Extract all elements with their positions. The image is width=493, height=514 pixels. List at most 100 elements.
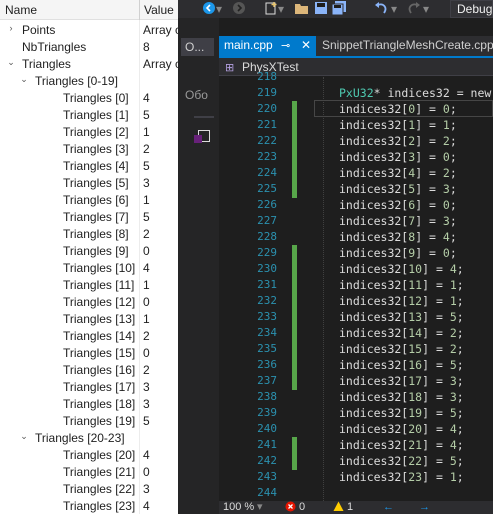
expand-icon[interactable]: ›: [6, 23, 16, 33]
tab-snippet-cpp[interactable]: SnippetTriangleMeshCreate.cpp: [322, 38, 493, 52]
watch-row[interactable]: Triangles [8] 2: [0, 226, 178, 243]
code-line[interactable]: 237 indices32[17] = 3;: [219, 373, 493, 390]
column-header-name[interactable]: Name: [5, 3, 37, 17]
previous-issue-icon[interactable]: ←: [383, 501, 394, 514]
watch-row-value[interactable]: 5: [143, 159, 150, 173]
watch-row-value[interactable]: 4: [143, 448, 150, 462]
watch-row-value[interactable]: Array c: [143, 57, 178, 71]
watch-row[interactable]: Triangles [20] 4: [0, 447, 178, 464]
watch-row-value[interactable]: 8: [143, 40, 150, 54]
open-folder-icon[interactable]: [294, 1, 309, 17]
watch-row[interactable]: Triangles [21] 0: [0, 464, 178, 481]
watch-row[interactable]: Triangles [12] 0: [0, 294, 178, 311]
code-line[interactable]: 230 indices32[10] = 4;: [219, 261, 493, 278]
code-line[interactable]: 225 indices32[5] = 3;: [219, 181, 493, 198]
dropdown-icon[interactable]: ▾: [278, 1, 284, 17]
watch-row-value[interactable]: 3: [143, 380, 150, 394]
dropdown-icon[interactable]: ▾: [391, 1, 397, 17]
watch-row[interactable]: Triangles [2] 1: [0, 124, 178, 141]
code-line[interactable]: 240 indices32[20] = 4;: [219, 421, 493, 437]
code-line[interactable]: 232 indices32[12] = 1;: [219, 293, 493, 310]
new-item-icon[interactable]: [264, 1, 278, 17]
watch-row-value[interactable]: 1: [143, 278, 150, 292]
save-all-icon[interactable]: [331, 1, 347, 17]
watch-row[interactable]: Triangles [15] 0: [0, 345, 178, 362]
watch-row-value[interactable]: 2: [143, 227, 150, 241]
warning-icon[interactable]: [333, 501, 344, 514]
pin-icon[interactable]: ⊸: [281, 39, 290, 52]
collapse-icon[interactable]: ⌄: [19, 431, 29, 442]
code-line[interactable]: 220 indices32[0] = 0;: [219, 101, 493, 118]
code-line[interactable]: 242 indices32[22] = 5;: [219, 453, 493, 470]
forward-arrow-icon[interactable]: [232, 1, 246, 17]
code-line[interactable]: 226 indices32[6] = 0;: [219, 197, 493, 213]
watch-row-value[interactable]: 0: [143, 295, 150, 309]
collapse-icon[interactable]: ⌄: [19, 74, 29, 85]
code-line[interactable]: 235 indices32[15] = 2;: [219, 341, 493, 358]
code-line[interactable]: 238 indices32[18] = 3;: [219, 389, 493, 405]
code-line[interactable]: 236 indices32[16] = 5;: [219, 357, 493, 374]
watch-row[interactable]: Triangles [19] 5: [0, 413, 178, 430]
code-line[interactable]: 228 indices32[8] = 4;: [219, 229, 493, 245]
watch-row[interactable]: Triangles [7] 5: [0, 209, 178, 226]
code-editor[interactable]: 218 219 PxU32* indices32 = new 220 indices32…: [219, 70, 493, 501]
watch-row-value[interactable]: 3: [143, 397, 150, 411]
warning-count[interactable]: 1: [347, 501, 353, 514]
side-panel-tab[interactable]: O...: [181, 38, 214, 56]
watch-row-value[interactable]: 1: [143, 193, 150, 207]
watch-row[interactable]: Triangles [11] 1: [0, 277, 178, 294]
code-line[interactable]: 231 indices32[11] = 1;: [219, 277, 493, 294]
code-line[interactable]: 234 indices32[14] = 2;: [219, 325, 493, 342]
watch-row-value[interactable]: 0: [143, 346, 150, 360]
watch-row-value[interactable]: 4: [143, 261, 150, 275]
watch-row[interactable]: Triangles [0] 4: [0, 90, 178, 107]
watch-row-value[interactable]: 2: [143, 363, 150, 377]
watch-row[interactable]: Triangles [14] 2: [0, 328, 178, 345]
save-icon[interactable]: [314, 1, 328, 17]
redo-icon[interactable]: [406, 1, 421, 17]
watch-row[interactable]: Triangles [3] 2: [0, 141, 178, 158]
error-icon[interactable]: [285, 501, 296, 514]
watch-row[interactable]: Triangles [10] 4: [0, 260, 178, 277]
watch-row[interactable]: Triangles [1] 5: [0, 107, 178, 124]
column-header-value[interactable]: Value: [144, 3, 174, 17]
watch-row[interactable]: ⌄ Triangles [0-19]: [0, 73, 178, 90]
watch-row-value[interactable]: 3: [143, 482, 150, 496]
code-line[interactable]: 227 indices32[7] = 3;: [219, 213, 493, 229]
code-line[interactable]: 223 indices32[3] = 0;: [219, 149, 493, 166]
error-count[interactable]: 0: [299, 501, 305, 514]
watch-row[interactable]: Triangles [18] 3: [0, 396, 178, 413]
watch-row[interactable]: NbTriangles 8: [0, 39, 178, 56]
watch-row-value[interactable]: 5: [143, 414, 150, 428]
back-arrow-icon[interactable]: [202, 1, 216, 17]
dropdown-icon[interactable]: ▾: [257, 501, 263, 514]
code-line[interactable]: 244: [219, 485, 493, 501]
watch-row[interactable]: Triangles [13] 1: [0, 311, 178, 328]
solution-configuration-select[interactable]: Debug: [450, 0, 493, 18]
watch-row[interactable]: Triangles [5] 3: [0, 175, 178, 192]
watch-row-value[interactable]: 1: [143, 125, 150, 139]
code-line[interactable]: 241 indices32[21] = 4;: [219, 437, 493, 454]
watch-row[interactable]: ⌄ Triangles [20-23]: [0, 430, 178, 447]
watch-row-value[interactable]: 5: [143, 108, 150, 122]
watch-row[interactable]: Triangles [4] 5: [0, 158, 178, 175]
code-line[interactable]: 239 indices32[19] = 5;: [219, 405, 493, 421]
close-icon[interactable]: ✕: [301, 38, 311, 52]
watch-row[interactable]: ⌄ Triangles Array c: [0, 56, 178, 73]
zoom-level[interactable]: 100 %: [223, 501, 254, 514]
code-line[interactable]: 229 indices32[9] = 0;: [219, 245, 493, 262]
watch-row[interactable]: Triangles [17] 3: [0, 379, 178, 396]
undo-icon[interactable]: [374, 1, 389, 17]
code-line[interactable]: 219 PxU32* indices32 = new: [219, 85, 493, 101]
code-line[interactable]: 218: [219, 69, 493, 85]
watch-row[interactable]: Triangles [16] 2: [0, 362, 178, 379]
code-line[interactable]: 224 indices32[4] = 2;: [219, 165, 493, 182]
collapse-icon[interactable]: ⌄: [6, 57, 16, 68]
next-issue-icon[interactable]: →: [419, 501, 430, 514]
watch-row[interactable]: › Points Array c: [0, 22, 179, 39]
watch-row-value[interactable]: 1: [143, 312, 150, 326]
code-line[interactable]: 222 indices32[2] = 2;: [219, 133, 493, 150]
watch-row-value[interactable]: 2: [143, 329, 150, 343]
code-line[interactable]: 243 indices32[23] = 1;: [219, 469, 493, 485]
side-panel-label[interactable]: Обо: [185, 88, 208, 102]
